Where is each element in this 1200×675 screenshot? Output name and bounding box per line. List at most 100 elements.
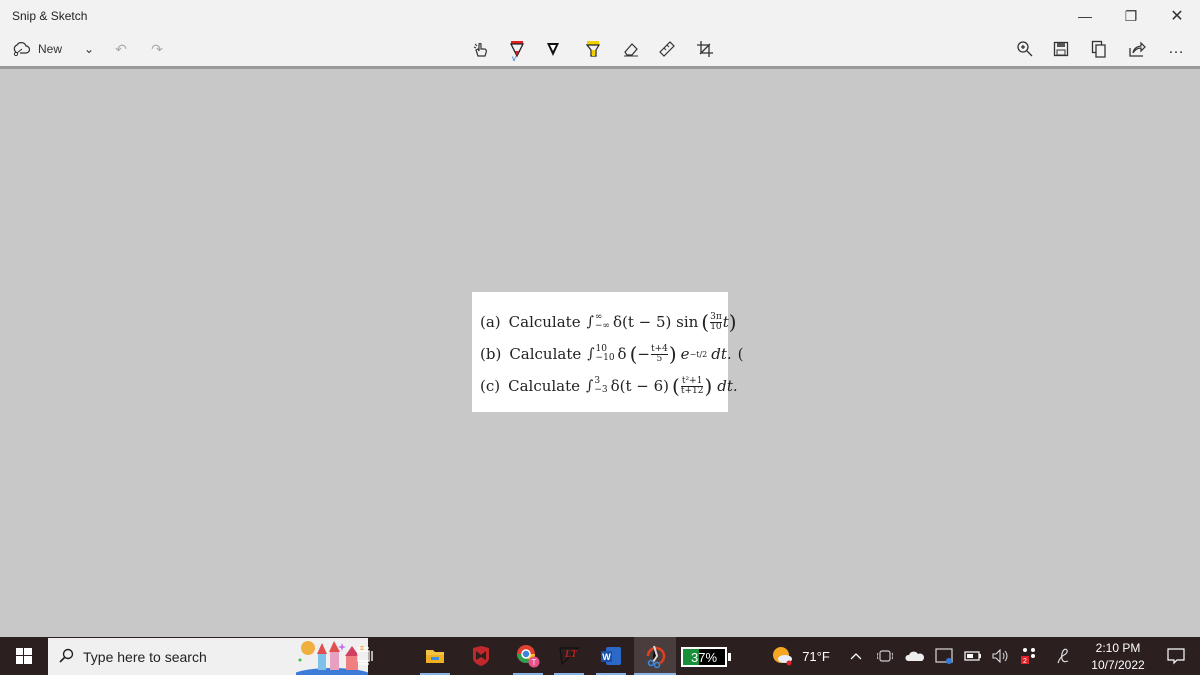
battery-percent: 37% xyxy=(690,649,718,665)
battery-icon xyxy=(964,651,981,661)
battery-terminal xyxy=(728,653,731,661)
search-placeholder: Type here to search xyxy=(83,649,207,665)
crop-icon xyxy=(697,41,713,57)
title-bar: Snip & Sketch — ❐ ✕ xyxy=(0,0,1200,32)
highlighter-button[interactable] xyxy=(580,36,606,62)
integral-sign: ∫ xyxy=(586,314,594,330)
taskbar-file-explorer[interactable] xyxy=(418,637,452,675)
taskbar-app-lt[interactable]: LT xyxy=(552,637,586,675)
show-hidden-icons-button[interactable] xyxy=(846,637,866,675)
taskbar-snip-sketch[interactable] xyxy=(634,637,676,675)
tray-onedrive[interactable] xyxy=(904,637,926,675)
minimize-icon: — xyxy=(1078,8,1092,24)
new-snip-icon xyxy=(13,42,30,57)
close-button[interactable]: ✕ xyxy=(1154,0,1200,32)
restore-icon: ❐ xyxy=(1124,7,1138,24)
pencil-icon xyxy=(547,43,559,56)
new-dropdown-button[interactable]: ⌄ xyxy=(78,36,100,62)
clock[interactable]: 2:10 PM 10/7/2022 xyxy=(1082,637,1154,675)
svg-text:T: T xyxy=(532,658,537,667)
ruler-icon xyxy=(659,41,675,57)
chevron-down-icon: ⌄ xyxy=(83,42,95,56)
ruler-button[interactable] xyxy=(654,36,680,62)
minimize-button[interactable]: — xyxy=(1062,0,1108,32)
touch-writing-icon xyxy=(473,42,487,57)
more-options-button[interactable]: … xyxy=(1160,36,1194,62)
lt-app-icon: LT xyxy=(559,647,580,666)
tray-notifications-app[interactable]: 2 xyxy=(1018,637,1040,675)
touch-writing-button[interactable] xyxy=(468,36,494,62)
redo-button[interactable]: ↷ xyxy=(144,36,170,62)
battery-widget[interactable]: 37% xyxy=(681,647,731,667)
display-settings-icon xyxy=(935,648,953,664)
share-icon xyxy=(1129,41,1146,57)
equation-b: (b) Calculate ∫ 10 −10 δ ( − t+4 5 ) e −t/… xyxy=(480,342,744,366)
chrome-icon: T xyxy=(517,645,540,668)
task-view-icon xyxy=(357,647,373,665)
svg-text:LT: LT xyxy=(564,649,578,660)
snip-image[interactable]: (a) Calculate ∫ ∞ −∞ δ(t − 5) sin ( 3π 10 … xyxy=(472,292,744,412)
undo-icon: ↶ xyxy=(115,40,127,57)
undo-button[interactable]: ↶ xyxy=(108,36,134,62)
equation-a: (a) Calculate ∫ ∞ −∞ δ(t − 5) sin ( 3π 10 … xyxy=(480,310,737,334)
taskbar: Type here to search T LT W 37% 71°F 2 2:… xyxy=(0,637,1200,675)
video-camera-icon xyxy=(877,650,893,662)
taskbar-mcafee[interactable] xyxy=(464,637,498,675)
word-icon: W xyxy=(601,647,621,665)
start-button[interactable] xyxy=(0,637,48,675)
clock-time: 2:10 PM xyxy=(1095,640,1141,655)
tray-volume[interactable] xyxy=(990,637,1012,675)
weather-widget[interactable]: 71°F xyxy=(770,637,832,675)
eraser-button[interactable] xyxy=(618,36,644,62)
weather-temperature: 71°F xyxy=(802,648,830,664)
equation-c: (c) Calculate ∫ 3 −3 δ(t − 6) ( t²+1 t+12 … xyxy=(480,374,738,398)
app-badge-icon: 2 xyxy=(1021,648,1035,665)
pencil-button[interactable] xyxy=(540,36,566,62)
speaker-icon xyxy=(992,649,1008,663)
more-icon: … xyxy=(1168,40,1186,57)
highlighter-icon xyxy=(585,41,601,57)
zoom-in-icon xyxy=(1017,41,1033,57)
clock-date: 10/7/2022 xyxy=(1091,657,1145,672)
crop-button[interactable] xyxy=(692,36,718,62)
pen-workspace-icon xyxy=(1057,648,1069,664)
taskbar-word[interactable]: W xyxy=(594,637,628,675)
action-center-button[interactable] xyxy=(1158,637,1194,675)
redo-icon: ↷ xyxy=(151,40,163,57)
folder-icon xyxy=(426,650,444,663)
tray-pen[interactable] xyxy=(1052,637,1074,675)
save-icon xyxy=(1053,41,1069,57)
new-label: New xyxy=(37,42,62,56)
taskbar-chrome[interactable]: T xyxy=(508,637,548,675)
task-view-button[interactable] xyxy=(350,637,382,675)
toolbar: New ⌄ ↶ ↷ v … xyxy=(0,32,1200,68)
close-icon: ✕ xyxy=(1170,8,1184,25)
new-snip-button[interactable]: New xyxy=(4,36,70,62)
save-button[interactable] xyxy=(1048,36,1074,62)
search-box[interactable]: Type here to search xyxy=(48,638,368,675)
tray-display[interactable] xyxy=(932,637,956,675)
svg-text:2: 2 xyxy=(1023,658,1027,665)
copy-button[interactable] xyxy=(1086,36,1112,62)
integral-sign: ∫ xyxy=(587,346,595,362)
tray-meet-now[interactable] xyxy=(874,637,896,675)
chevron-up-icon xyxy=(850,653,862,660)
snip-sketch-icon xyxy=(646,645,666,668)
zoom-button[interactable] xyxy=(1012,36,1038,62)
chevron-down-icon[interactable]: v xyxy=(512,54,516,63)
copy-icon xyxy=(1091,40,1106,58)
maximize-button[interactable]: ❐ xyxy=(1108,0,1154,32)
svg-text:W: W xyxy=(602,652,611,662)
share-button[interactable] xyxy=(1124,36,1150,62)
windows-logo-icon xyxy=(16,648,32,664)
weather-partly-cloudy-icon xyxy=(773,647,793,666)
snip-and-sketch-window: Snip & Sketch — ❐ ✕ New ⌄ ↶ ↷ v … (a) Ca… xyxy=(0,0,1200,637)
search-icon xyxy=(59,648,74,663)
notification-icon xyxy=(1167,648,1185,665)
window-title: Snip & Sketch xyxy=(12,9,88,23)
mcafee-shield-icon xyxy=(473,646,489,666)
eraser-icon xyxy=(624,43,638,57)
ballpoint-pen-button[interactable] xyxy=(504,36,530,62)
integral-sign: ∫ xyxy=(586,378,594,394)
tray-battery[interactable] xyxy=(962,637,984,675)
